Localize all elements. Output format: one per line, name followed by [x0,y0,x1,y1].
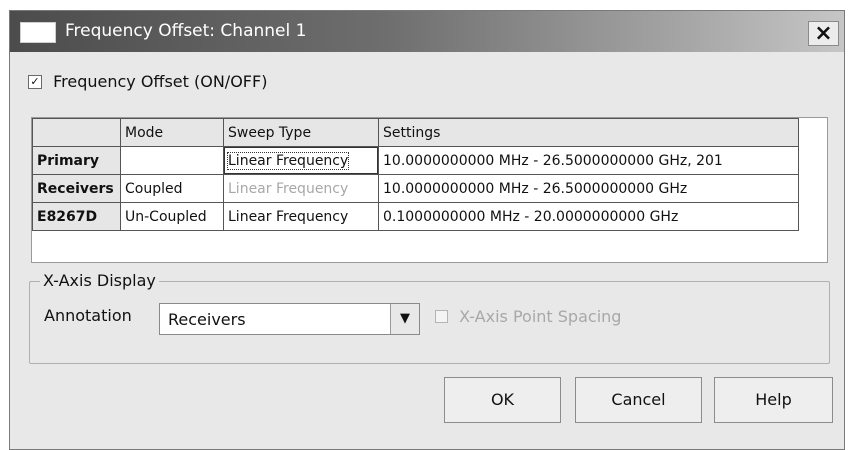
sweep-type-cell[interactable]: Linear Frequency [223,202,379,231]
window-icon [20,22,56,43]
settings-cell[interactable]: 0.1000000000 MHz - 20.0000000000 GHz [378,202,799,231]
table-row: Receivers Coupled Linear Frequency 10.00… [32,174,799,203]
sweep-type-cell[interactable]: Linear Frequency [223,146,379,175]
table-header-row: Mode Sweep Type Settings [32,118,799,147]
mode-cell[interactable] [120,146,224,175]
column-header-sweep-type: Sweep Type [223,118,379,147]
frequency-offset-checkbox[interactable]: ✓ [28,74,42,89]
help-button[interactable]: Help [714,377,833,423]
column-header-settings: Settings [378,118,799,147]
offset-table: Mode Sweep Type Settings Primary Linear … [32,118,799,231]
x-axis-point-spacing-label: X-Axis Point Spacing [459,307,622,326]
sweep-type-value: Linear Frequency [226,151,350,170]
ok-button[interactable]: OK [444,377,561,423]
settings-cell[interactable]: 10.0000000000 MHz - 26.5000000000 GHz, 2… [378,146,799,175]
table-row: E8267D Un-Coupled Linear Frequency 0.100… [32,202,799,231]
mode-cell[interactable]: Un-Coupled [120,202,224,231]
annotation-selected-value: Receivers [168,310,246,329]
table-row: Primary Linear Frequency 10.0000000000 M… [32,146,799,175]
column-header-mode: Mode [120,118,224,147]
row-header-primary: Primary [32,146,121,175]
row-header-receivers: Receivers [32,174,121,203]
close-icon: × [814,21,833,46]
mode-cell[interactable]: Coupled [120,174,224,203]
x-axis-display-legend: X-Axis Display [40,271,159,290]
x-axis-point-spacing-toggle: X-Axis Point Spacing [435,306,621,326]
x-axis-point-spacing-checkbox [435,310,448,323]
cancel-button[interactable]: Cancel [575,377,702,423]
annotation-dropdown[interactable]: Receivers ▼ [159,303,420,335]
chevron-down-icon[interactable]: ▼ [390,304,419,334]
frequency-offset-toggle[interactable]: ✓ Frequency Offset (ON/OFF) [28,71,267,91]
offset-grid: Mode Sweep Type Settings Primary Linear … [31,117,828,263]
row-header-e8267d: E8267D [32,202,121,231]
sweep-type-cell: Linear Frequency [223,174,379,203]
frequency-offset-dialog: Frequency Offset: Channel 1 × ✓ Frequenc… [9,10,845,450]
title-bar[interactable]: Frequency Offset: Channel 1 × [10,11,844,52]
settings-cell[interactable]: 10.0000000000 MHz - 26.5000000000 GHz [378,174,799,203]
annotation-label: Annotation [44,306,132,325]
column-header-corner [32,118,121,147]
x-axis-display-group: X-Axis Display Annotation Receivers ▼ X-… [29,271,830,364]
frequency-offset-label: Frequency Offset (ON/OFF) [53,72,268,91]
close-button[interactable]: × [808,21,839,46]
window-title: Frequency Offset: Channel 1 [65,21,307,41]
